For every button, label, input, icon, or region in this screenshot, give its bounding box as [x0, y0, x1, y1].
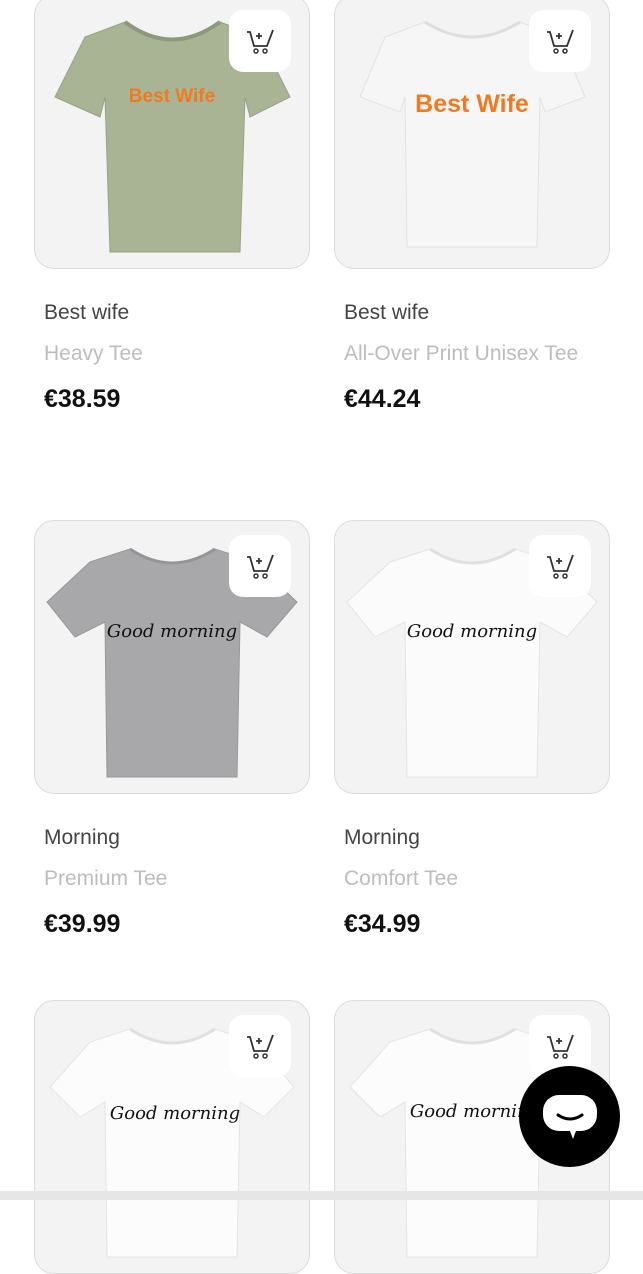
product-card[interactable]: Best Wife Best wife Heavy Tee €38.59	[34, 0, 310, 413]
product-card[interactable]: Good morning Morning Premium Tee €39.99	[34, 520, 310, 938]
add-to-cart-icon	[247, 1034, 274, 1059]
add-to-cart-button[interactable]	[229, 10, 291, 72]
product-info: Morning Premium Tee €39.99	[44, 826, 300, 939]
product-image[interactable]: Good morning	[34, 520, 310, 794]
chat-bubble-icon	[542, 1094, 597, 1139]
product-image[interactable]: Good morning	[334, 520, 610, 794]
add-to-cart-icon	[247, 554, 274, 579]
product-variant: Premium Tee	[44, 867, 168, 890]
product-info: Morning Comfort Tee €34.99	[344, 826, 600, 939]
product-price: €38.59	[44, 385, 121, 413]
print-text: Best Wife	[415, 90, 529, 118]
chat-button[interactable]	[519, 1066, 620, 1167]
add-to-cart-button[interactable]	[529, 535, 591, 597]
product-info: Best wife Heavy Tee €38.59	[44, 301, 300, 414]
product-image[interactable]: Best Wife	[334, 0, 610, 269]
product-price: €44.24	[344, 385, 421, 413]
print-text: Good morning	[407, 621, 537, 642]
add-to-cart-icon	[247, 29, 274, 54]
product-grid: Best Wife Best wife Heavy Tee €38.59 Bes…	[0, 0, 643, 1274]
print-text: Good morning	[107, 621, 237, 642]
product-card[interactable]: Good morning	[34, 1000, 310, 1274]
add-to-cart-button[interactable]	[229, 1015, 291, 1077]
product-price: €39.99	[44, 910, 121, 938]
product-card[interactable]: Best Wife Best wife All-Over Print Unise…	[334, 0, 610, 413]
print-text: Best Wife	[129, 86, 215, 107]
add-to-cart-icon	[547, 1034, 574, 1059]
add-to-cart-icon	[547, 29, 574, 54]
add-to-cart-icon	[547, 554, 574, 579]
product-image[interactable]: Best Wife	[34, 0, 310, 269]
bottom-nav-edge	[0, 1191, 643, 1200]
product-name: Best wife	[344, 301, 430, 324]
product-info: Best wife All-Over Print Unisex Tee €44.…	[344, 301, 600, 414]
product-price: €34.99	[344, 910, 421, 938]
product-card[interactable]: Good morning Morning Comfort Tee €34.99	[334, 520, 610, 938]
add-to-cart-button[interactable]	[529, 10, 591, 72]
print-text: Good morning	[110, 1103, 240, 1124]
product-variant: Comfort Tee	[344, 867, 458, 890]
product-variant: Heavy Tee	[44, 342, 143, 365]
product-name: Morning	[44, 826, 120, 849]
product-image[interactable]: Good morning	[34, 1000, 310, 1274]
product-variant: All-Over Print Unisex Tee	[344, 342, 579, 365]
product-name: Morning	[344, 826, 420, 849]
product-name: Best wife	[44, 301, 130, 324]
add-to-cart-button[interactable]	[229, 535, 291, 597]
